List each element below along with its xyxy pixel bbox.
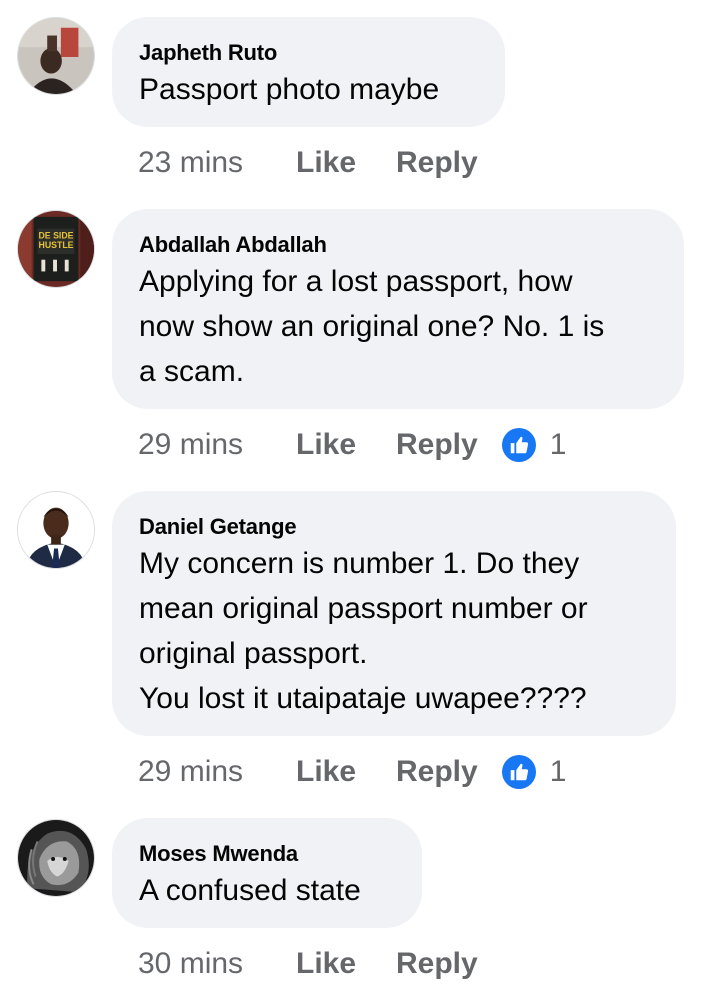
reaction-summary[interactable]: 1 [501, 755, 567, 789]
like-button[interactable]: Like [296, 947, 396, 981]
reply-button[interactable]: Reply [396, 947, 478, 981]
comment-actions: 23 mins Like Reply [138, 143, 502, 183]
comment-actions: 29 mins Like Reply 1 [138, 752, 566, 792]
thumbs-up-icon [501, 428, 536, 462]
svg-text:DE SIDE: DE SIDE [38, 230, 73, 240]
comment-author[interactable]: Japheth Ruto [139, 39, 477, 67]
reaction-summary[interactable]: 1 [501, 428, 567, 462]
comment-actions: 30 mins Like Reply [138, 944, 502, 984]
comment-author[interactable]: Abdallah Abdallah [139, 231, 656, 259]
comment-bubble: Daniel Getange My concern is number 1. D… [112, 491, 676, 736]
avatar-image [18, 18, 94, 94]
comment-text: My concern is number 1. Do they mean ori… [139, 547, 588, 715]
avatar[interactable] [17, 491, 95, 569]
avatar-image [18, 820, 94, 896]
comment-time[interactable]: 30 mins [138, 947, 296, 981]
avatar[interactable]: DE SIDE HUSTLE [17, 210, 95, 288]
like-button[interactable]: Like [296, 755, 396, 789]
comment-time[interactable]: 29 mins [138, 755, 296, 789]
like-button[interactable]: Like [296, 146, 396, 180]
comment-author[interactable]: Daniel Getange [139, 513, 648, 541]
comment-time[interactable]: 23 mins [138, 146, 296, 180]
comment-time[interactable]: 29 mins [138, 428, 296, 462]
comment-bubble: Abdallah Abdallah Applying for a lost pa… [112, 209, 684, 409]
thumbs-up-icon [501, 755, 536, 789]
avatar[interactable] [17, 17, 95, 95]
reply-button[interactable]: Reply [396, 755, 478, 789]
reply-button[interactable]: Reply [396, 146, 478, 180]
comment-text: Passport photo maybe [139, 73, 440, 106]
avatar-image: DE SIDE HUSTLE [18, 211, 94, 287]
reply-button[interactable]: Reply [396, 428, 478, 462]
like-button[interactable]: Like [296, 428, 396, 462]
avatar[interactable] [17, 819, 95, 897]
comment-bubble: Moses Mwenda A confused state [112, 818, 422, 928]
avatar-image [18, 492, 94, 568]
reaction-count: 1 [549, 428, 567, 461]
svg-text:HUSTLE: HUSTLE [39, 240, 74, 250]
comment-author[interactable]: Moses Mwenda [139, 840, 394, 868]
comment-bubble: Japheth Ruto Passport photo maybe [112, 17, 505, 127]
reaction-count: 1 [549, 755, 567, 788]
comment-text: A confused state [139, 874, 361, 907]
comment-actions: 29 mins Like Reply 1 [138, 425, 566, 465]
comment-text: Applying for a lost passport, how now sh… [139, 265, 605, 388]
